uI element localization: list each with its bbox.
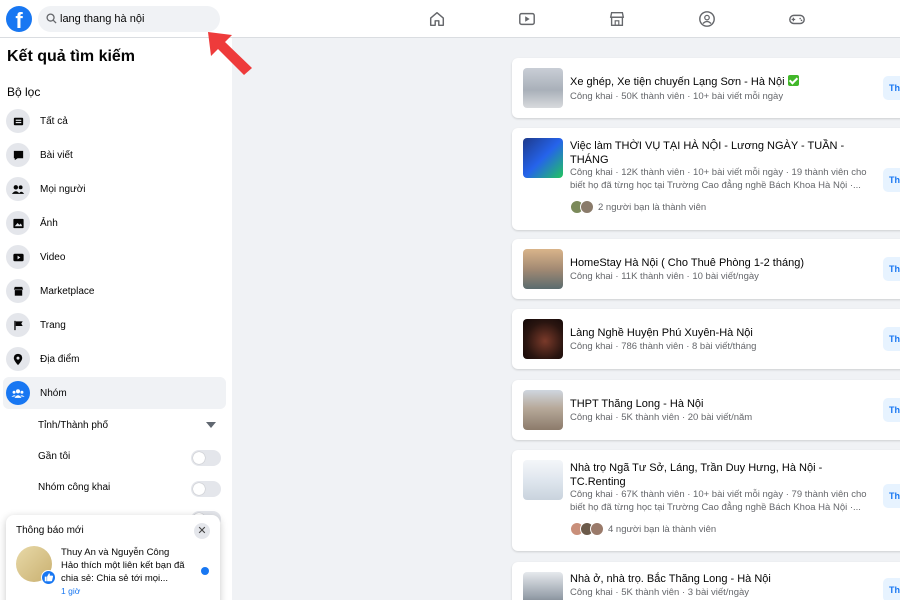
group-title[interactable]: Xe ghép, Xe tiện chuyến Lạng Sơn - Hà Nộ… [570, 75, 855, 89]
sidebar-item-all[interactable]: Tất cả [3, 105, 226, 137]
group-result-card[interactable]: Nhà ở, nhà trọ. Bắc Thăng Long - Hà Nội … [512, 562, 900, 600]
mutual-friends: 4 người bạn là thành viên [570, 522, 716, 536]
sidebar-item-label: Địa điểm [40, 353, 80, 365]
annotation-arrow-icon [208, 32, 252, 75]
sidebar-item-people[interactable]: Mọi người [3, 173, 226, 205]
sidebar-item-label: Video [40, 251, 66, 263]
friend-avatar [590, 522, 604, 536]
like-icon [41, 570, 56, 585]
group-thumbnail [523, 572, 563, 600]
sidebar-item-label: Bài viết [40, 149, 73, 161]
flag-icon [6, 313, 30, 337]
sidebar-item-label: Trang [40, 319, 66, 331]
filter-public-groups-label: Nhóm công khai [38, 482, 111, 493]
group-result-card[interactable]: Làng Nghề Huyện Phú Xuyên-Hà Nội Công kh… [512, 309, 900, 369]
unread-dot [201, 567, 209, 575]
group-title[interactable]: HomeStay Hà Nội ( Cho Thuê Phòng 1-2 thá… [570, 256, 855, 270]
public-groups-toggle[interactable] [191, 481, 221, 497]
group-meta: Công khai · 5K thành viên · 3 bài viết/n… [570, 587, 750, 598]
group-title[interactable]: THPT Thăng Long - Hà Nội [570, 397, 855, 411]
group-thumbnail [523, 319, 563, 359]
group-result-card[interactable]: Việc làm THỜI VỤ TẠI HÀ NỘI - Lương NGÀY… [512, 128, 900, 230]
group-meta: Công khai · 786 thành viên · 8 bài viết/… [570, 341, 757, 352]
group-thumbnail [523, 138, 563, 178]
mutual-friends-text: 4 người bạn là thành viên [608, 523, 717, 535]
top-navigation-bar: f [0, 0, 900, 38]
group-result-card[interactable]: Xe ghép, Xe tiện chuyến Lạng Sơn - Hà Nộ… [512, 58, 900, 118]
friend-avatar [580, 200, 594, 214]
video-icon [6, 245, 30, 269]
verified-icon [787, 75, 799, 86]
group-title[interactable]: Làng Nghề Huyện Phú Xuyên-Hà Nội [570, 326, 855, 340]
sidebar-item-pages[interactable]: Trang [3, 309, 226, 341]
notification-time: 1 giờ [61, 586, 81, 596]
sidebar-item-label: Mọi người [40, 183, 86, 195]
group-thumbnail [523, 68, 563, 108]
notification-body: thích một liên kết bạn đã chia sẻ: Chia … [61, 560, 185, 584]
group-thumbnail [523, 390, 563, 430]
sidebar-item-video[interactable]: Video [3, 241, 226, 273]
group-result-card[interactable]: HomeStay Hà Nội ( Cho Thuê Phòng 1-2 thá… [512, 239, 900, 299]
group-title[interactable]: Nhà trọ Ngã Tư Sở, Láng, Trần Duy Hưng, … [570, 461, 855, 489]
join-button[interactable]: Th [883, 484, 900, 508]
filter-city[interactable]: Tỉnh/Thành phố [38, 420, 108, 431]
group-meta: Công khai · 12K thành viên · 10+ bài viế… [570, 167, 867, 191]
mutual-friends-text: 2 người bạn là thành viên [598, 201, 707, 213]
home-icon[interactable] [426, 8, 448, 30]
close-icon[interactable]: ✕ [194, 523, 210, 539]
groups-icon [6, 381, 30, 405]
location-icon [6, 347, 30, 371]
join-button[interactable]: Th [883, 578, 900, 600]
group-meta: Công khai · 11K thành viên · 10 bài viết… [570, 271, 759, 282]
group-meta: Công khai · 67K thành viên · 10+ bài viế… [570, 489, 867, 513]
sidebar-item-marketplace[interactable]: Marketplace [3, 275, 226, 307]
groups-icon[interactable] [696, 8, 718, 30]
group-result-card[interactable]: THPT Thăng Long - Hà Nội Công khai · 5K … [512, 380, 900, 440]
notification-text: Thuy An và Nguyễn Công Hảo thích một liê… [61, 546, 186, 585]
near-me-toggle[interactable] [191, 450, 221, 466]
sidebar-item-label: Ảnh [40, 217, 58, 229]
sidebar-item-label: Tất cả [40, 115, 68, 127]
group-result-card[interactable]: Nhà trọ Ngã Tư Sở, Láng, Trần Duy Hưng, … [512, 450, 900, 551]
posts-icon [6, 143, 30, 167]
group-title[interactable]: Việc làm THỜI VỤ TẠI HÀ NỘI - Lương NGÀY… [570, 139, 855, 167]
sidebar-item-photos[interactable]: Ảnh [3, 207, 226, 239]
join-button[interactable]: Th [883, 168, 900, 192]
marketplace-icon[interactable] [606, 8, 628, 30]
group-thumbnail [523, 249, 563, 289]
marketplace-icon [6, 279, 30, 303]
notification-title: Thông báo mới [16, 525, 84, 536]
notification-name-1: Thuy An [61, 547, 96, 558]
sidebar-item-places[interactable]: Địa điểm [3, 343, 226, 375]
mutual-friends: 2 người bạn là thành viên [570, 200, 706, 214]
gaming-icon[interactable] [786, 8, 808, 30]
photo-icon [6, 211, 30, 235]
notification-popup[interactable]: Thông báo mới ✕ Thuy An và Nguyễn Công H… [6, 515, 220, 600]
sidebar-title: Kết quả tìm kiếm [7, 48, 136, 65]
notification-conjunction: và [98, 547, 109, 558]
all-icon [6, 109, 30, 133]
join-button[interactable]: Th [883, 398, 900, 422]
video-icon[interactable] [516, 8, 538, 30]
group-thumbnail [523, 460, 563, 500]
chevron-down-icon[interactable] [206, 422, 216, 428]
filter-near-me-label: Gần tôi [38, 451, 71, 462]
sidebar-item-groups[interactable]: Nhóm [3, 377, 226, 409]
facebook-logo[interactable]: f [6, 6, 32, 32]
join-button[interactable]: Th [883, 257, 900, 281]
group-title-text: Xe ghép, Xe tiện chuyến Lạng Sơn - Hà Nộ… [570, 76, 785, 88]
sidebar-item-posts[interactable]: Bài viết [3, 139, 226, 171]
group-meta: Công khai · 5K thành viên · 20 bài viết/… [570, 412, 753, 423]
people-icon [6, 177, 30, 201]
join-button[interactable]: Th [883, 327, 900, 351]
group-title[interactable]: Nhà ở, nhà trọ. Bắc Thăng Long - Hà Nội [570, 572, 855, 586]
search-input[interactable] [60, 6, 216, 32]
filter-heading: Bộ lọc [7, 85, 41, 99]
join-button[interactable]: Th [883, 76, 900, 100]
sidebar-item-label: Nhóm [40, 387, 67, 399]
group-meta: Công khai · 50K thành viên · 10+ bài viế… [570, 91, 784, 102]
search-icon [46, 13, 57, 24]
sidebar-item-label: Marketplace [40, 285, 95, 297]
search-box[interactable] [38, 6, 220, 32]
